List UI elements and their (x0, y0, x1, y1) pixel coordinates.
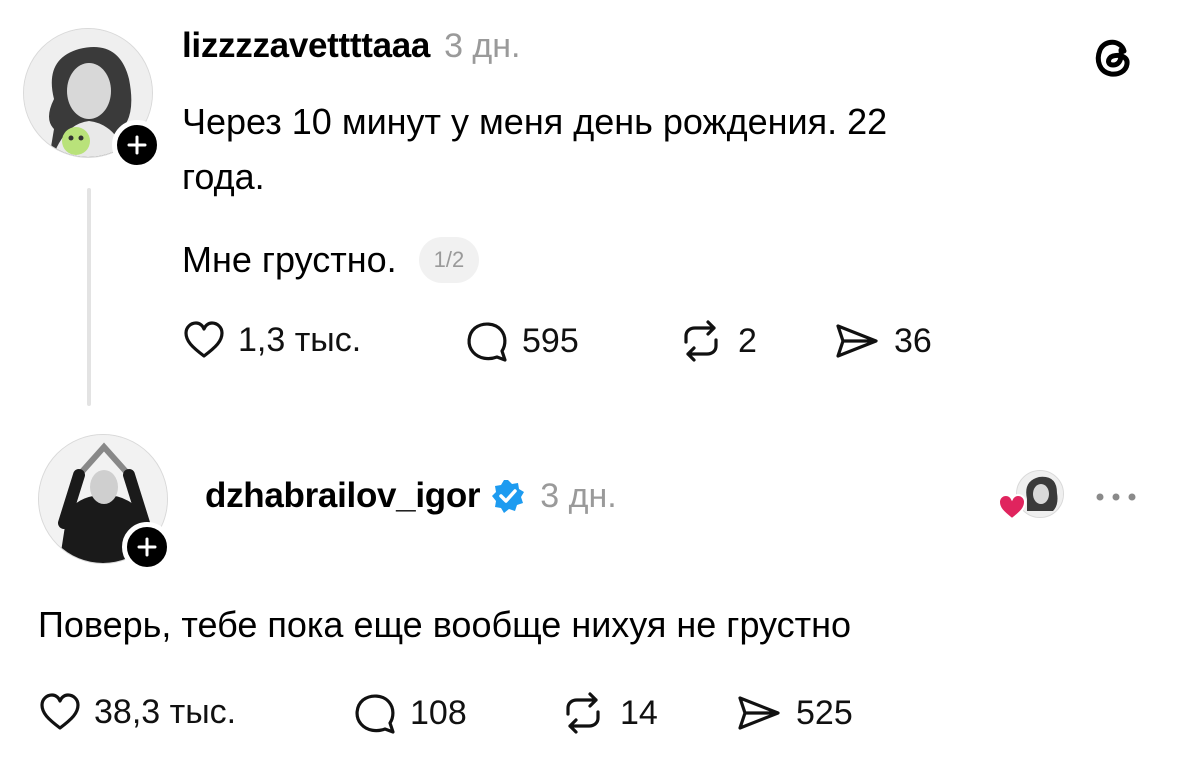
threads-logo-icon[interactable] (1087, 30, 1139, 82)
repost-button[interactable]: 2 (676, 318, 757, 364)
repost-icon (684, 320, 718, 362)
reply-header: dzhabrailov_igor 3 дн. (205, 476, 617, 516)
like-button[interactable]: 38,3 тыс. (38, 690, 236, 734)
comment-icon (355, 694, 395, 734)
post-text: Через 10 минут у меня день рождения. 22 … (182, 94, 1142, 204)
username[interactable]: dzhabrailov_igor (205, 476, 481, 516)
reply-time: 3 дн. (540, 476, 617, 515)
like-button[interactable]: 1,3 тыс. (182, 318, 361, 362)
liked-by-author-indicator (996, 470, 1066, 522)
share-count: 525 (796, 693, 853, 732)
repost-count: 2 (738, 321, 757, 360)
heart-icon (40, 693, 80, 730)
thread-line (87, 188, 91, 406)
share-button[interactable]: 36 (832, 318, 932, 364)
follow-plus-button[interactable] (122, 522, 172, 572)
post-text-line: года. (182, 156, 265, 197)
repost-icon (566, 692, 600, 734)
share-count: 36 (894, 321, 932, 360)
plus-icon (127, 135, 147, 155)
follow-plus-button[interactable] (112, 120, 162, 170)
post-time: 3 дн. (444, 27, 521, 65)
like-count: 1,3 тыс. (238, 320, 362, 359)
post-header: lizzzzavettttaaa 3 дн. (182, 26, 520, 66)
send-icon (836, 324, 878, 358)
reply-text: Поверь, тебе пока еще вообще нихуя не гр… (38, 604, 852, 645)
send-icon (738, 696, 780, 730)
plus-icon (137, 537, 157, 557)
repost-button[interactable]: 14 (558, 690, 658, 736)
post-text-line: Мне грустно. 1/2 (182, 232, 480, 287)
heart-filled-icon (997, 493, 1027, 521)
post-text-line: Через 10 минут у меня день рождения. 22 (182, 101, 888, 142)
page-indicator: 1/2 (418, 236, 480, 283)
verified-badge-icon (492, 480, 525, 513)
comment-count: 595 (522, 321, 579, 360)
post-text-line-3: Мне грустно. (182, 239, 397, 280)
comment-icon (467, 322, 507, 362)
share-button[interactable]: 525 (734, 690, 853, 736)
comment-count: 108 (410, 693, 467, 732)
repost-count: 14 (620, 693, 658, 732)
comment-button[interactable]: 595 (464, 318, 579, 364)
username[interactable]: lizzzzavettttaaa (182, 26, 430, 66)
more-options-icon[interactable] (1092, 490, 1140, 504)
comment-button[interactable]: 108 (352, 690, 467, 736)
heart-icon (184, 321, 224, 358)
like-count: 38,3 тыс. (94, 692, 237, 731)
